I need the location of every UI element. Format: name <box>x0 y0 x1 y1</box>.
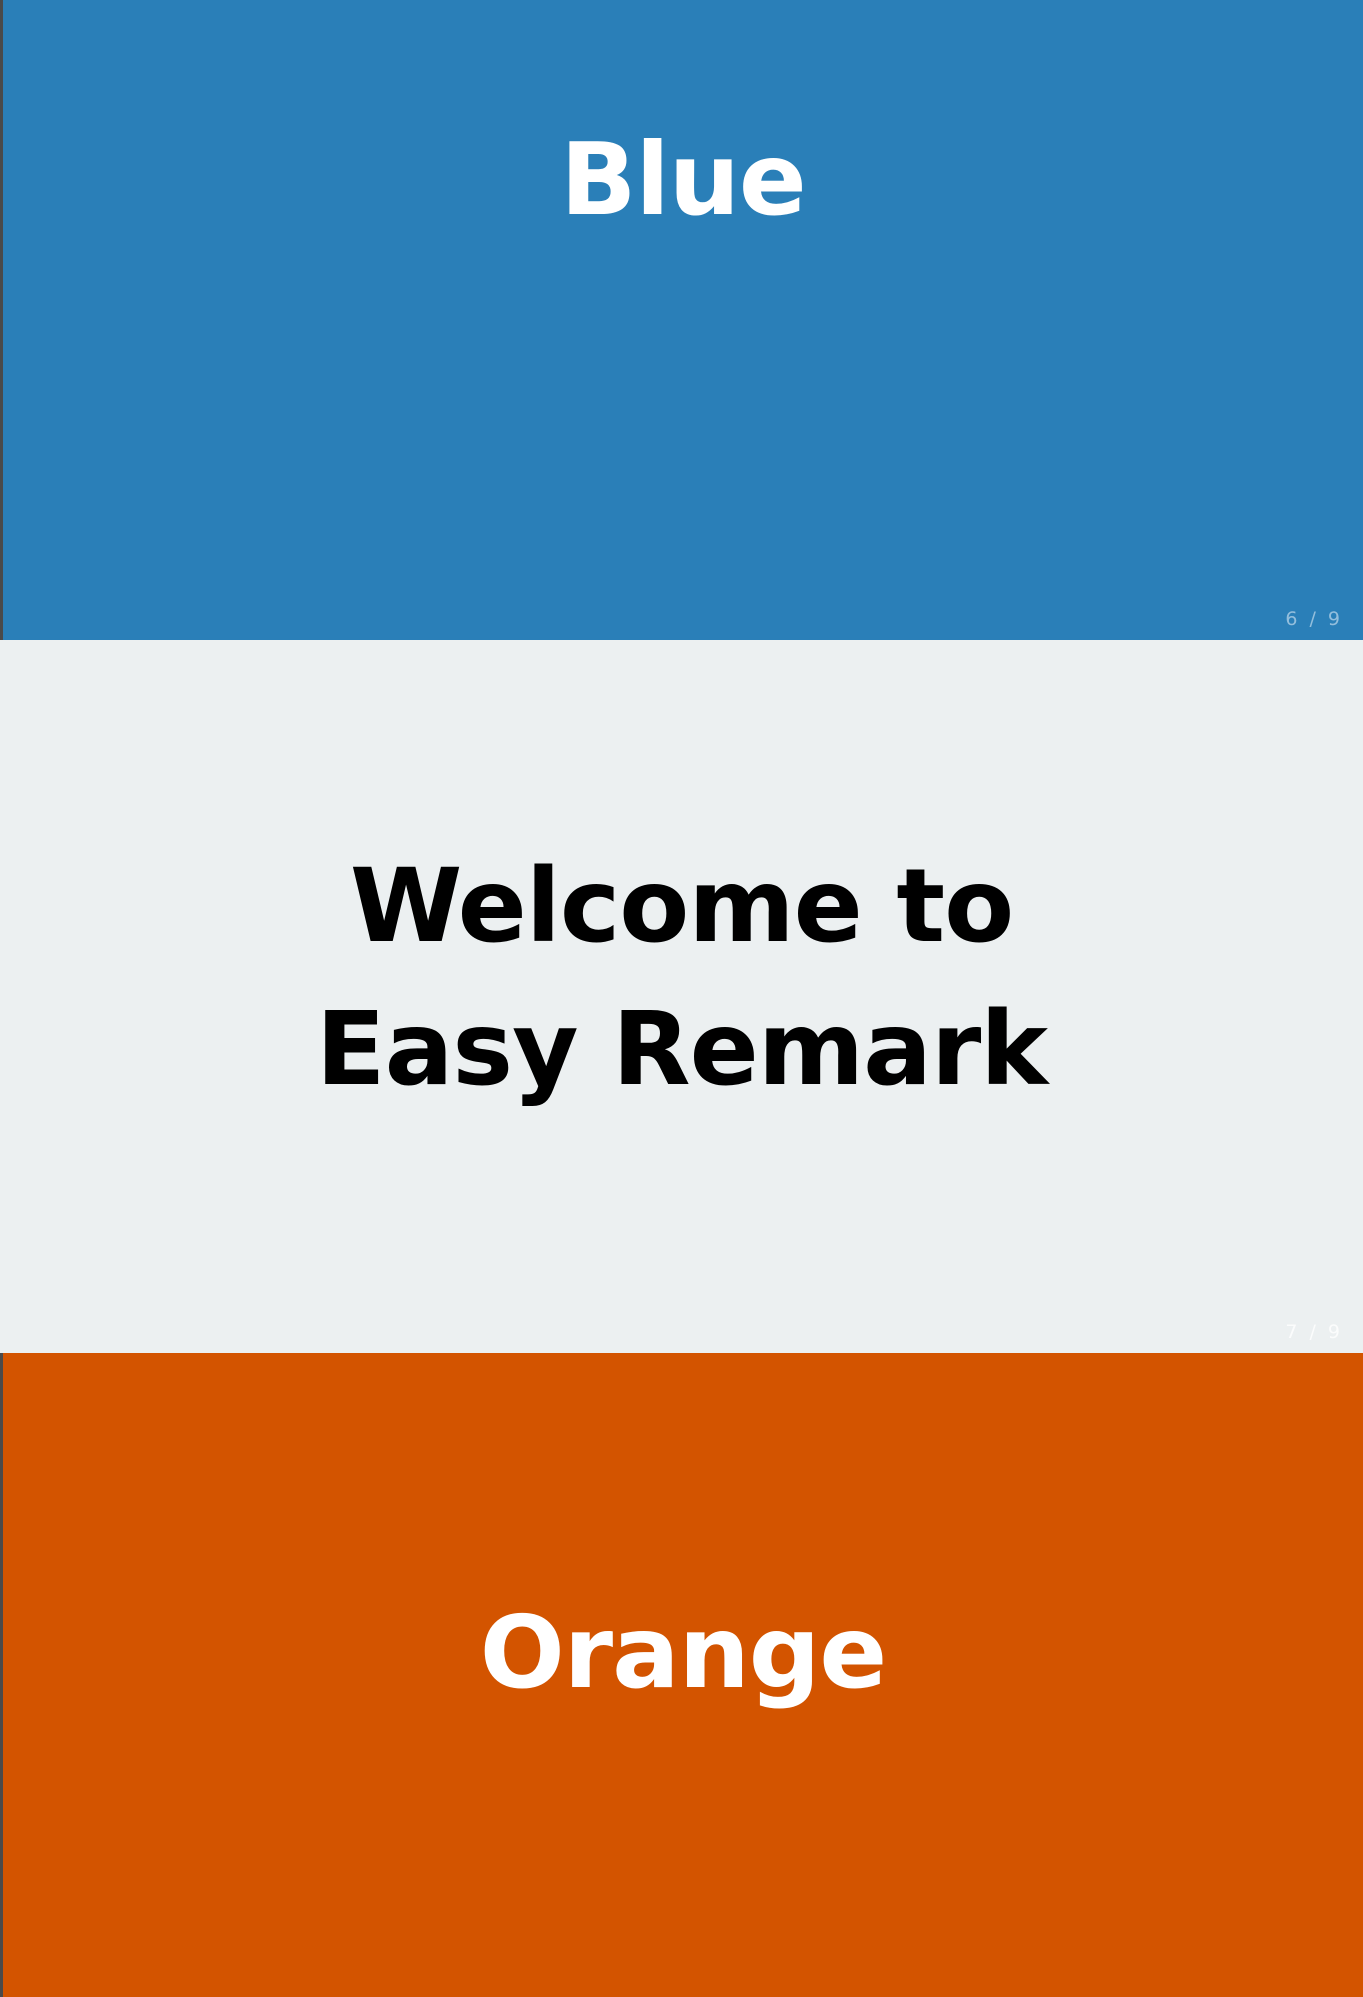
slide-title: Blue <box>560 121 807 238</box>
slide-title: Orange <box>479 1593 887 1711</box>
slide-blue: Blue 6 / 9 <box>0 0 1363 640</box>
slide-number: 7 / 9 <box>1285 1321 1343 1343</box>
slide-title: Welcome to Easy Remark <box>315 847 1048 1109</box>
slide-orange: Orange <box>0 1353 1363 1997</box>
slide-welcome: Welcome to Easy Remark 7 / 9 <box>0 640 1363 1353</box>
slide-number: 6 / 9 <box>1285 608 1343 630</box>
